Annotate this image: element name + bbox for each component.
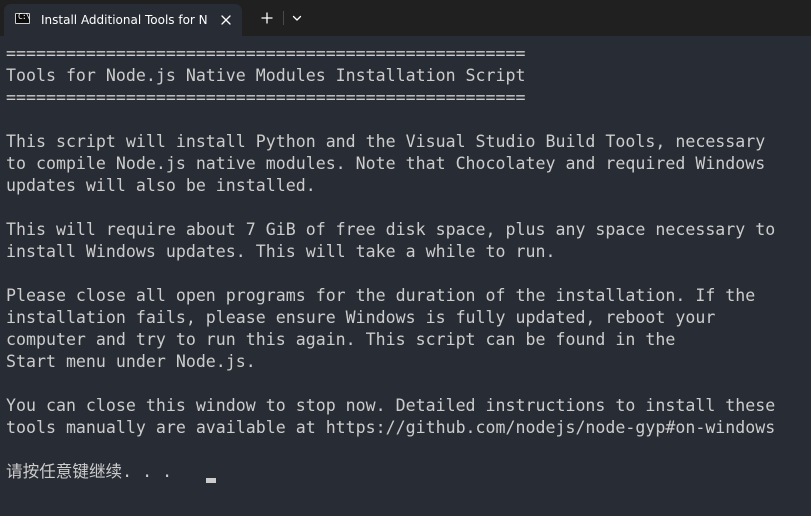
terminal-line: install Windows updates. This will take …: [6, 242, 556, 261]
terminal-line: installation fails, please ensure Window…: [6, 308, 716, 327]
tab-title: Install Additional Tools for Nc: [41, 13, 207, 27]
terminal-line: Please close all open programs for the d…: [6, 286, 756, 305]
terminal-output[interactable]: ========================================…: [0, 36, 811, 516]
terminal-cmd-icon: C:\: [15, 12, 30, 24]
plus-icon: [261, 12, 273, 24]
terminal-line: You can close this window to stop now. D…: [6, 396, 776, 415]
terminal-line: Tools for Node.js Native Modules Install…: [6, 66, 526, 85]
terminal-line: ========================================…: [6, 44, 526, 63]
tab-dropdown-button[interactable]: [286, 6, 308, 30]
terminal-line: Start menu under Node.js.: [6, 352, 256, 371]
chevron-down-icon: [292, 15, 302, 21]
terminal-line: This will require about 7 GiB of free di…: [6, 220, 776, 239]
tab-separator: [283, 11, 284, 25]
terminal-line: computer and try to run this again. This…: [6, 330, 676, 349]
terminal-line: to compile Node.js native modules. Note …: [6, 154, 766, 173]
terminal-line: updates will also be installed.: [6, 176, 316, 195]
text-cursor: [206, 478, 216, 483]
terminal-line: ========================================…: [6, 88, 526, 107]
terminal-prompt-line: 请按任意键继续. . .: [6, 462, 183, 481]
terminal-line: This script will install Python and the …: [6, 132, 766, 151]
close-icon[interactable]: [218, 12, 234, 28]
terminal-line: tools manually are available at https://…: [6, 418, 776, 437]
title-bar: C:\ Install Additional Tools for Nc: [0, 0, 811, 36]
new-tab-button[interactable]: [255, 6, 279, 30]
terminal-tab[interactable]: C:\ Install Additional Tools for Nc: [4, 4, 242, 36]
